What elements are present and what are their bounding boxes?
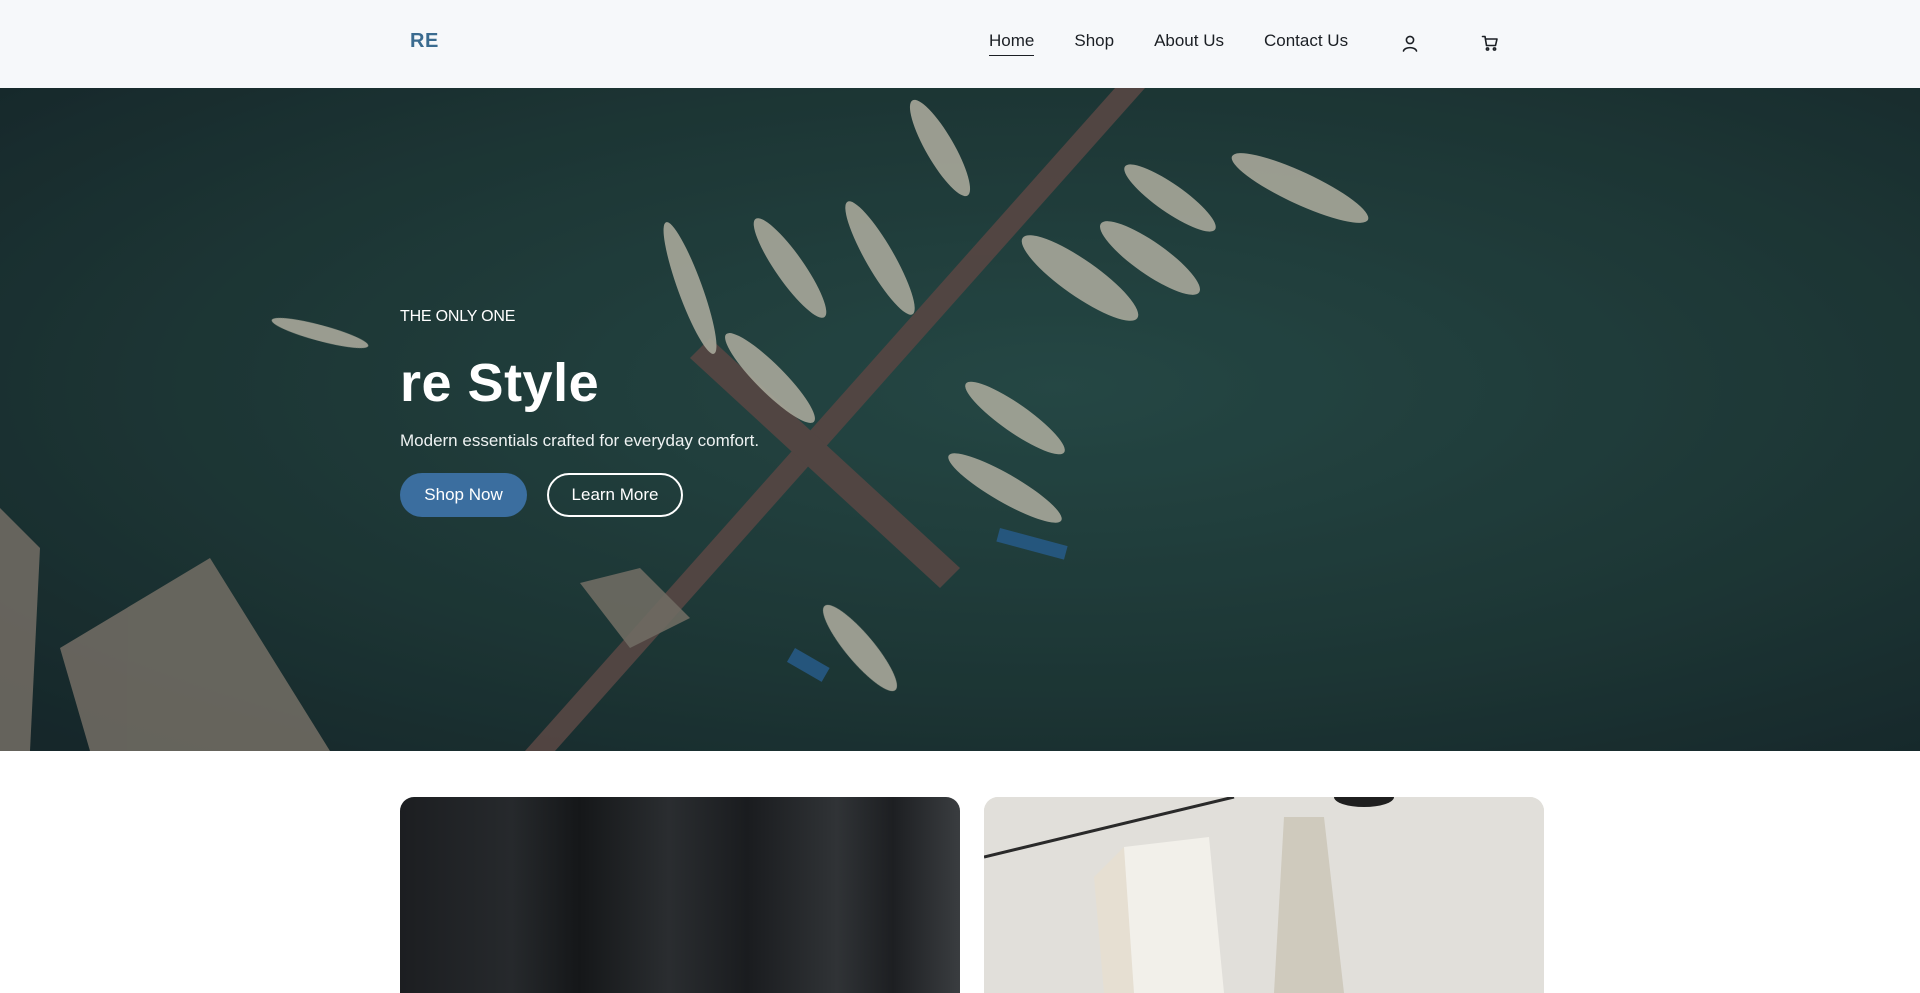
learn-more-button[interactable]: Learn More [547, 473, 683, 517]
nav-about-us[interactable]: About Us [1154, 31, 1224, 56]
hero-overlay [0, 88, 1920, 751]
shop-now-button[interactable]: Shop Now [400, 473, 527, 517]
cart-icon[interactable] [1479, 32, 1501, 54]
category-card-left[interactable] [400, 797, 960, 993]
hero-subtitle: Modern essentials crafted for everyday c… [400, 431, 760, 450]
user-icon[interactable] [1399, 32, 1421, 54]
nav-home[interactable]: Home [989, 31, 1035, 56]
nav-contact-us[interactable]: Contact Us [1264, 31, 1348, 56]
hero-eyebrow: THE ONLY ONE [400, 308, 516, 325]
nav-shop[interactable]: Shop [1074, 31, 1114, 56]
main-nav: Home Shop About Us Contact Us [989, 31, 1348, 56]
hero-title: re Style [400, 353, 600, 413]
card-image-dark-fabric [400, 797, 960, 993]
site-header: RE Home Shop About Us Contact Us [0, 0, 1920, 88]
card-image-clothes-hangers [984, 797, 1544, 993]
category-card-right[interactable] [984, 797, 1544, 993]
brand-logo[interactable]: RE [410, 30, 439, 53]
hero-section: THE ONLY ONE re Style Modern essentials … [0, 88, 1920, 751]
